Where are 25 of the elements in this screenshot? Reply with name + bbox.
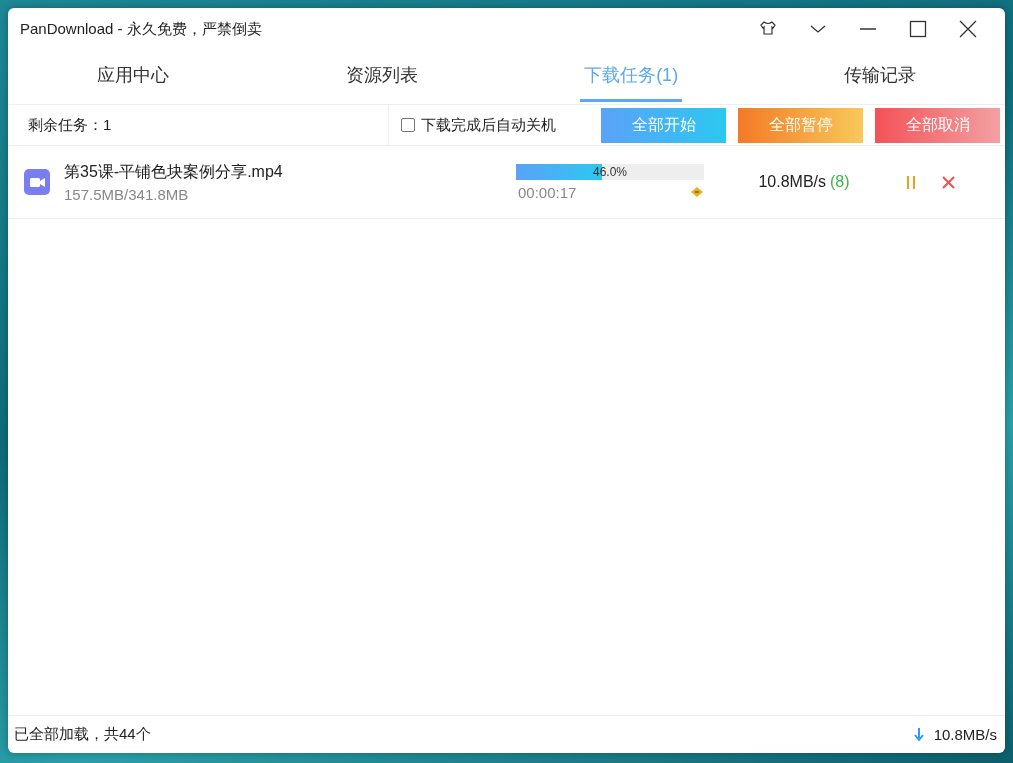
tab[interactable]: 资源列表	[341, 52, 422, 102]
checkbox[interactable]	[401, 118, 415, 132]
remaining-tasks-label: 剩余任务：1	[8, 105, 389, 145]
cancel-button[interactable]	[940, 173, 957, 191]
total-speed: 10.8MB/s	[933, 726, 997, 743]
close-icon	[942, 175, 955, 189]
minimize-icon	[860, 28, 876, 30]
file-size: 157.5MB/341.8MB	[64, 185, 190, 203]
tab[interactable]: 传输记录	[840, 52, 921, 102]
file-name: 第35课-平铺色块案例分享.mp4	[64, 161, 283, 182]
close-icon	[959, 20, 977, 38]
thread-count: (8)	[830, 173, 850, 191]
download-speed: 10.8MB/s	[758, 173, 826, 191]
pause-button[interactable]	[904, 173, 918, 191]
window-title: PanDownload - 永久免费，严禁倒卖	[20, 19, 263, 39]
diamond-icon	[690, 186, 704, 198]
status-text: 已全部加载，共44个	[14, 725, 151, 744]
tab[interactable]: 应用中心	[92, 52, 173, 102]
pause-icon	[906, 175, 916, 189]
elapsed-time: 00:00:17	[517, 183, 577, 201]
download-arrow-icon	[913, 727, 924, 742]
shirt-icon	[759, 20, 777, 38]
maximize-icon	[909, 20, 927, 38]
video-file-icon	[24, 169, 50, 195]
checkbox-label[interactable]: 下载完成后自动关机	[421, 115, 556, 135]
